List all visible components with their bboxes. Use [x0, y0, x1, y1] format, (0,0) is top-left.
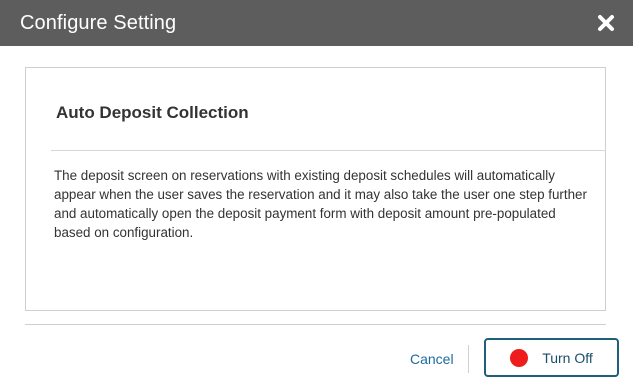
dialog-title: Configure Setting	[20, 11, 177, 34]
footer-divider	[25, 324, 606, 325]
turn-off-label: Turn Off	[542, 349, 593, 366]
red-dot-icon	[510, 348, 529, 367]
button-separator	[468, 345, 469, 373]
setting-description: The deposit screen on reservations with …	[54, 168, 587, 240]
setting-heading: Auto Deposit Collection	[56, 103, 249, 122]
panel-divider	[51, 150, 606, 151]
close-icon	[598, 15, 614, 31]
configure-setting-dialog: Configure Setting Auto Deposit Collectio…	[0, 0, 633, 392]
close-button[interactable]	[593, 10, 619, 36]
cancel-button[interactable]: Cancel	[410, 351, 454, 367]
dialog-titlebar: Configure Setting	[0, 0, 633, 46]
turn-off-button[interactable]: Turn Off	[484, 338, 619, 377]
setting-panel: Auto Deposit Collection The deposit scre…	[25, 67, 606, 311]
